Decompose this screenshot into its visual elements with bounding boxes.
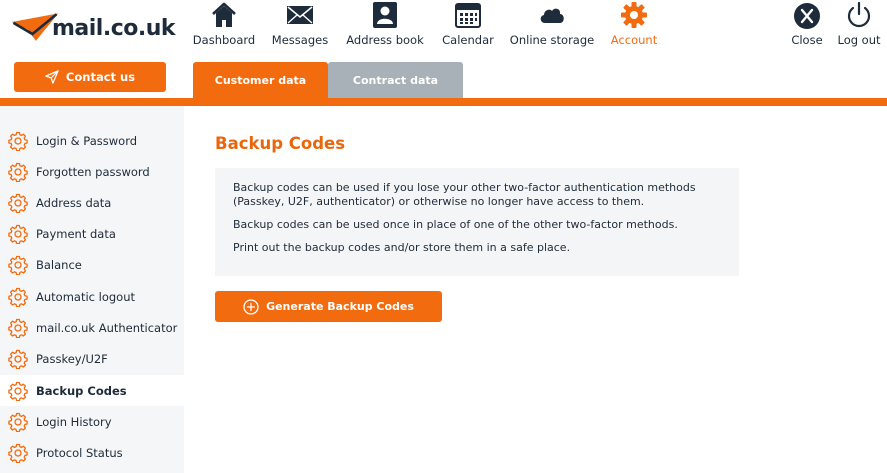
sidebar-item-backup-codes[interactable]: Backup Codes: [0, 375, 184, 406]
envelope-icon: [287, 6, 313, 24]
sidebar-item-label: Passkey/U2F: [36, 351, 108, 366]
info-box: Backup codes can be used if you lose you…: [215, 168, 739, 276]
contact-us-label: Contact us: [65, 70, 136, 84]
top-header: mail.co.uk Contact us Dashboard Messages: [0, 0, 887, 98]
plus-circle-icon: [243, 298, 259, 315]
gear-outline-icon: [8, 193, 28, 213]
nav-close-label: Close: [791, 33, 823, 47]
nav-account-label: Account: [610, 33, 658, 47]
gear-outline-icon: [8, 162, 28, 182]
nav-logout[interactable]: Log out: [836, 0, 882, 50]
gear-outline-icon: [8, 443, 28, 463]
nav-address-book-label: Address book: [346, 33, 424, 47]
sidebar-item-balance[interactable]: Balance: [0, 249, 184, 280]
sidebar-item-label: Backup Codes: [36, 383, 127, 398]
gear-outline-icon: [8, 287, 28, 307]
gear-outline-icon: [8, 255, 28, 275]
info-paragraph: Backup codes can be used once in place o…: [233, 218, 678, 231]
tab-customer-data[interactable]: Customer data: [193, 62, 328, 98]
sidebar-item-protocol-status[interactable]: Protocol Status: [0, 437, 184, 468]
nav-dashboard-label: Dashboard: [192, 33, 256, 47]
nav-online-storage[interactable]: Online storage: [509, 0, 595, 50]
paper-plane-icon: [45, 70, 59, 84]
sidebar-item-label: Protocol Status: [36, 445, 123, 460]
nav-account[interactable]: Account: [608, 0, 660, 50]
brand-name: mail.co.uk: [51, 15, 176, 41]
sidebar-item-label: Login History: [36, 414, 112, 429]
gear-outline-icon: [8, 131, 28, 151]
sidebar-item-payment-data[interactable]: Payment data: [0, 218, 184, 249]
gear-icon: [621, 2, 647, 28]
sidebar-item-address-data[interactable]: Address data: [0, 187, 184, 218]
sidebar-item-label: Automatic logout: [36, 289, 135, 304]
nav-close[interactable]: Close: [788, 0, 826, 50]
sidebar-item-label: Balance: [36, 257, 82, 272]
sidebar-item-login-history[interactable]: Login History: [0, 406, 184, 437]
nav-online-storage-label: Online storage: [509, 33, 595, 47]
cloud-icon: [540, 8, 564, 23]
sidebar: Login & Password Forgotten password Addr…: [0, 106, 184, 473]
tab-contract-data-label: Contract data: [352, 73, 439, 87]
info-paragraph: Print out the backup codes and/or store …: [233, 241, 571, 254]
page-title: Backup Codes: [215, 134, 346, 153]
sidebar-item-label: Payment data: [36, 226, 116, 241]
sidebar-item-label: Forgotten password: [36, 164, 150, 179]
nav-address-book[interactable]: Address book: [346, 0, 424, 50]
nav-calendar[interactable]: Calendar: [440, 0, 496, 50]
tab-customer-data-label: Customer data: [214, 73, 307, 87]
tab-contract-data[interactable]: Contract data: [328, 62, 463, 98]
header-divider: [0, 98, 887, 106]
contact-us-button[interactable]: Contact us: [14, 62, 166, 92]
nav-calendar-label: Calendar: [442, 33, 494, 47]
power-icon: [847, 1, 871, 28]
sidebar-item-forgotten-password[interactable]: Forgotten password: [0, 156, 184, 187]
generate-backup-codes-label: Generate Backup Codes: [266, 300, 414, 313]
sidebar-item-passkey-u2f[interactable]: Passkey/U2F: [0, 343, 184, 374]
generate-backup-codes-button[interactable]: Generate Backup Codes: [215, 291, 442, 322]
sidebar-item-label: Address data: [36, 195, 112, 210]
sidebar-item-login-password[interactable]: Login & Password: [0, 125, 184, 156]
gear-outline-icon: [8, 224, 28, 244]
sidebar-item-label: Login & Password: [36, 133, 138, 148]
gear-outline-icon: [8, 381, 28, 401]
home-icon: [212, 2, 236, 27]
brand-logo[interactable]: mail.co.uk: [10, 8, 176, 48]
sidebar-item-label: mail.co.uk Authenticator: [36, 320, 178, 335]
calendar-icon: [455, 3, 481, 28]
contact-card-icon: [373, 2, 397, 28]
sidebar-item-automatic-logout[interactable]: Automatic logout: [0, 281, 184, 312]
sidebar-item-authenticator[interactable]: mail.co.uk Authenticator: [0, 312, 184, 343]
gear-outline-icon: [8, 412, 28, 432]
nav-messages-label: Messages: [271, 33, 329, 47]
gear-outline-icon: [8, 349, 28, 369]
gear-outline-icon: [8, 318, 28, 338]
nav-logout-label: Log out: [837, 33, 881, 47]
nav-dashboard[interactable]: Dashboard: [192, 0, 256, 50]
close-x-icon: [794, 3, 820, 29]
info-paragraph: Backup codes can be used if you lose you…: [233, 181, 696, 208]
nav-messages[interactable]: Messages: [271, 0, 329, 50]
